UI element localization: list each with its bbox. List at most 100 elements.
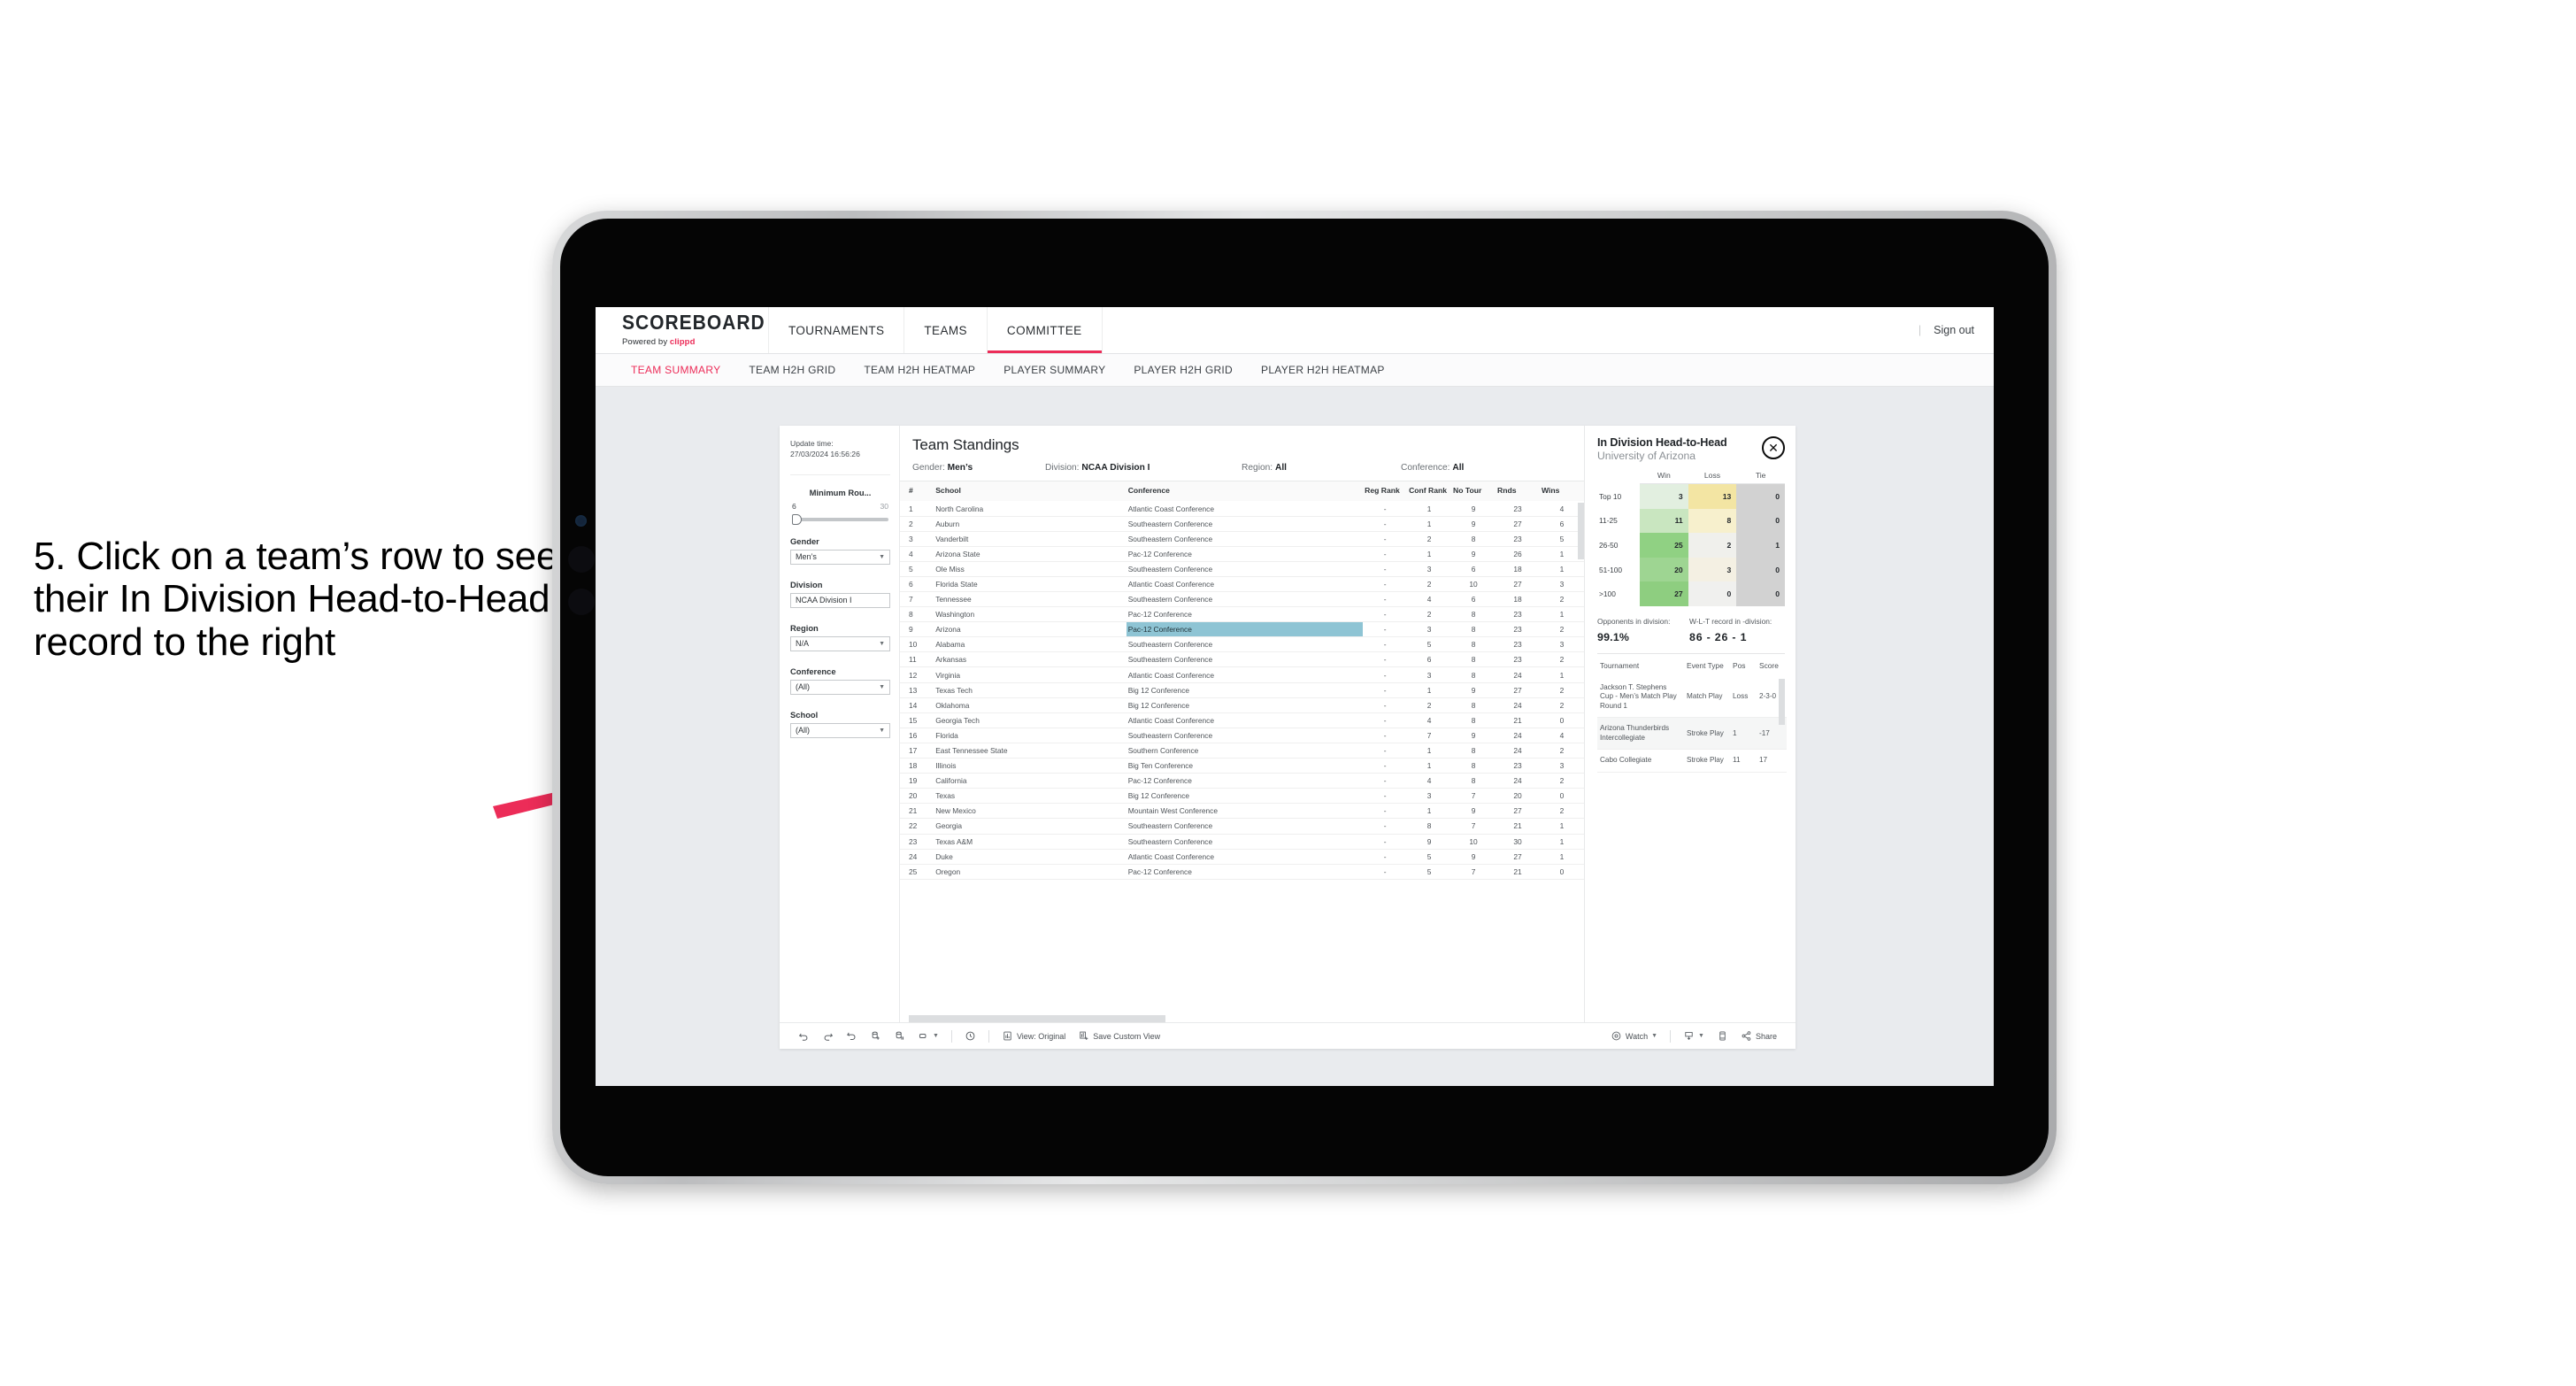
col-rnds: Rnds	[1496, 481, 1540, 502]
table-row[interactable]: 1 North Carolina Atlantic Coast Conference…	[900, 501, 1584, 517]
subnav-item-team-h2h-grid[interactable]: TEAM H2H GRID	[734, 364, 850, 376]
h2h-col-tie: Tie	[1736, 471, 1785, 484]
cell-reg-rank: -	[1363, 516, 1408, 532]
cell-no-tour: 10	[1451, 834, 1496, 850]
topnav-item-tournaments[interactable]: TOURNAMENTS	[769, 307, 905, 353]
standings-horizontal-scrollbar[interactable]	[909, 1015, 1165, 1022]
table-row[interactable]: 22 Georgia Southeastern Conference -8 7 21 1	[900, 818, 1584, 835]
filter-division-select[interactable]: NCAA Division I	[790, 592, 890, 608]
device-layout-icon[interactable]	[1711, 1030, 1734, 1042]
cell-conf-rank: 3	[1407, 788, 1452, 805]
col-conf-rank: Conf Rank	[1407, 481, 1452, 502]
standings-vertical-scrollbar[interactable]	[1578, 503, 1584, 559]
revert-button[interactable]	[840, 1030, 864, 1042]
tournament-row[interactable]: Arizona Thunderbirds Intercollegiate Stro…	[1597, 717, 1787, 751]
subnav-item-team-summary[interactable]: TEAM SUMMARY	[617, 364, 734, 376]
undo-button[interactable]	[792, 1030, 816, 1042]
table-row[interactable]: 23 Texas A&M Southeastern Conference -9 10 30…	[900, 834, 1584, 850]
download-button[interactable]: ▼	[1677, 1030, 1711, 1042]
filter-region-select[interactable]: N/A ▼	[790, 635, 890, 651]
table-row[interactable]: 7 Tennessee Southeastern Conference -4 6 18 2	[900, 591, 1584, 608]
watch-button[interactable]: Watch ▼	[1604, 1030, 1664, 1042]
cell-pos: Loss	[1730, 676, 1757, 719]
cell-rank: 5	[900, 561, 934, 577]
cell-rank: 21	[900, 803, 934, 820]
table-row[interactable]: 14 Oklahoma Big 12 Conference -2 8 24 2	[900, 697, 1584, 713]
meta-gender: Gender: Men’s	[912, 463, 1045, 473]
topnav-item-teams[interactable]: TEAMS	[904, 307, 988, 353]
table-row[interactable]: 3 Vanderbilt Southeastern Conference -2 8 23 5	[900, 531, 1584, 547]
history-icon[interactable]	[958, 1030, 982, 1042]
subnav-item-player-h2h-grid[interactable]: PLAYER H2H GRID	[1119, 364, 1247, 376]
table-row[interactable]: 18 Illinois Big Ten Conference -1 8 23 3	[900, 758, 1584, 774]
minimum-rounds-slider[interactable]: Minimum Rou... 6 30	[790, 475, 890, 525]
cell-reg-rank: -	[1363, 743, 1408, 759]
share-button[interactable]: Share	[1734, 1030, 1783, 1042]
table-row[interactable]: 24 Duke Atlantic Coast Conference -5 9 27 1	[900, 849, 1584, 865]
table-row[interactable]: 9 Arizona Pac-12 Conference -3 8 23 2	[900, 621, 1584, 638]
subnav-item-player-h2h-heatmap[interactable]: PLAYER H2H HEATMAP	[1247, 364, 1399, 376]
subnav-item-team-h2h-heatmap[interactable]: TEAM H2H HEATMAP	[850, 364, 989, 376]
table-row[interactable]: 15 Georgia Tech Atlantic Coast Conference -…	[900, 712, 1584, 728]
cell-rank: 12	[900, 666, 934, 683]
table-row[interactable]: 16 Florida Southeastern Conference -7 9 24 4	[900, 728, 1584, 743]
table-row[interactable]: 20 Texas Big 12 Conference -3 7 20 0	[900, 788, 1584, 805]
col-no-tour: No Tour	[1451, 481, 1496, 502]
table-row[interactable]: 21 New Mexico Mountain West Conference -1 9 2…	[900, 803, 1584, 820]
tournaments-scrollbar[interactable]	[1779, 678, 1785, 725]
chevron-down-icon: ▼	[879, 683, 885, 690]
table-row[interactable]: 12 Virginia Atlantic Coast Conference -3 8 24…	[900, 666, 1584, 683]
slider-track[interactable]	[792, 513, 888, 525]
cell-school: California	[934, 773, 1127, 789]
table-row[interactable]: 11 Arkansas Southeastern Conference -6 8 23 2	[900, 651, 1584, 668]
filter-gender-select[interactable]: Men’s ▼	[790, 549, 890, 565]
close-icon[interactable]: ✕	[1762, 436, 1785, 459]
refresh-data-icon[interactable]	[864, 1030, 888, 1042]
filter-conference-select[interactable]: (All) ▼	[790, 679, 890, 695]
subnav-item-player-summary[interactable]: PLAYER SUMMARY	[989, 364, 1119, 376]
filter-region-value: N/A	[796, 639, 810, 649]
table-row[interactable]: 8 Washington Pac-12 Conference -2 8 23 1	[900, 606, 1584, 623]
table-row[interactable]: 17 East Tennessee State Southern Conferenc…	[900, 743, 1584, 759]
cell-wins: 0	[1539, 864, 1584, 880]
table-row[interactable]: 19 California Pac-12 Conference -4 8 24 2	[900, 773, 1584, 789]
table-row[interactable]: 2 Auburn Southeastern Conference -1 9 27 6	[900, 516, 1584, 532]
col-tournament: Tournament	[1600, 660, 1640, 670]
filter-school-select[interactable]: (All) ▼	[790, 722, 890, 738]
cell-conf-rank: 8	[1407, 818, 1452, 835]
table-row[interactable]: 6 Florida State Atlantic Coast Conference -…	[900, 576, 1584, 593]
visualization-card: Update time: 27/03/2024 16:56:26 Minimum…	[780, 426, 1796, 1049]
cell-rnds: 27	[1496, 682, 1540, 698]
save-custom-view-button[interactable]: Save Custom View	[1072, 1030, 1166, 1042]
cell-reg-rank: -	[1363, 561, 1408, 577]
sign-out-link[interactable]: Sign out	[1934, 324, 1974, 336]
view-original-button[interactable]: View: Original	[996, 1030, 1072, 1042]
brand-logo[interactable]: SCOREBOARD Powered by clippd	[596, 307, 769, 353]
table-row[interactable]: 4 Arizona State Pac-12 Conference -1 9 26 1	[900, 546, 1584, 562]
table-row[interactable]: 5 Ole Miss Southeastern Conference -3 6 18 1	[900, 561, 1584, 577]
cell-pos: 1	[1730, 717, 1757, 751]
h2h-cell-tie: 0	[1736, 508, 1785, 534]
table-row[interactable]: 13 Texas Tech Big 12 Conference -1 9 27 2	[900, 682, 1584, 698]
cell-conf-rank: 2	[1407, 606, 1452, 623]
pause-data-icon[interactable]	[888, 1030, 911, 1042]
table-row[interactable]: 10 Alabama Southeastern Conference -5 8 23 3	[900, 636, 1584, 653]
cell-school: Arizona	[934, 621, 1127, 638]
col-school: School	[934, 481, 1127, 502]
tournament-row[interactable]: Jackson T. Stephens Cup - Men’s Match Pl…	[1597, 676, 1787, 719]
highlight-tool-icon[interactable]: ▼	[911, 1030, 945, 1042]
topnav-item-committee[interactable]: COMMITTEE	[987, 307, 1103, 353]
slider-handle[interactable]	[792, 513, 802, 525]
cell-rank: 7	[900, 591, 934, 608]
filter-division: Division NCAA Division I	[790, 565, 890, 608]
cell-rank: 6	[900, 576, 934, 593]
cell-conf-rank: 2	[1407, 697, 1452, 713]
meta-gender-value: Men’s	[947, 463, 973, 473]
tournament-row[interactable]: Cabo Collegiate Stroke Play 11 17	[1597, 749, 1787, 773]
cell-no-tour: 10	[1451, 576, 1496, 593]
table-row[interactable]: 25 Oregon Pac-12 Conference -5 7 21 0	[900, 864, 1584, 880]
meta-division-value: NCAA Division I	[1081, 463, 1150, 473]
redo-button[interactable]	[816, 1030, 840, 1042]
cell-conference: Southeastern Conference	[1126, 818, 1364, 835]
cell-reg-rank: -	[1363, 666, 1408, 683]
